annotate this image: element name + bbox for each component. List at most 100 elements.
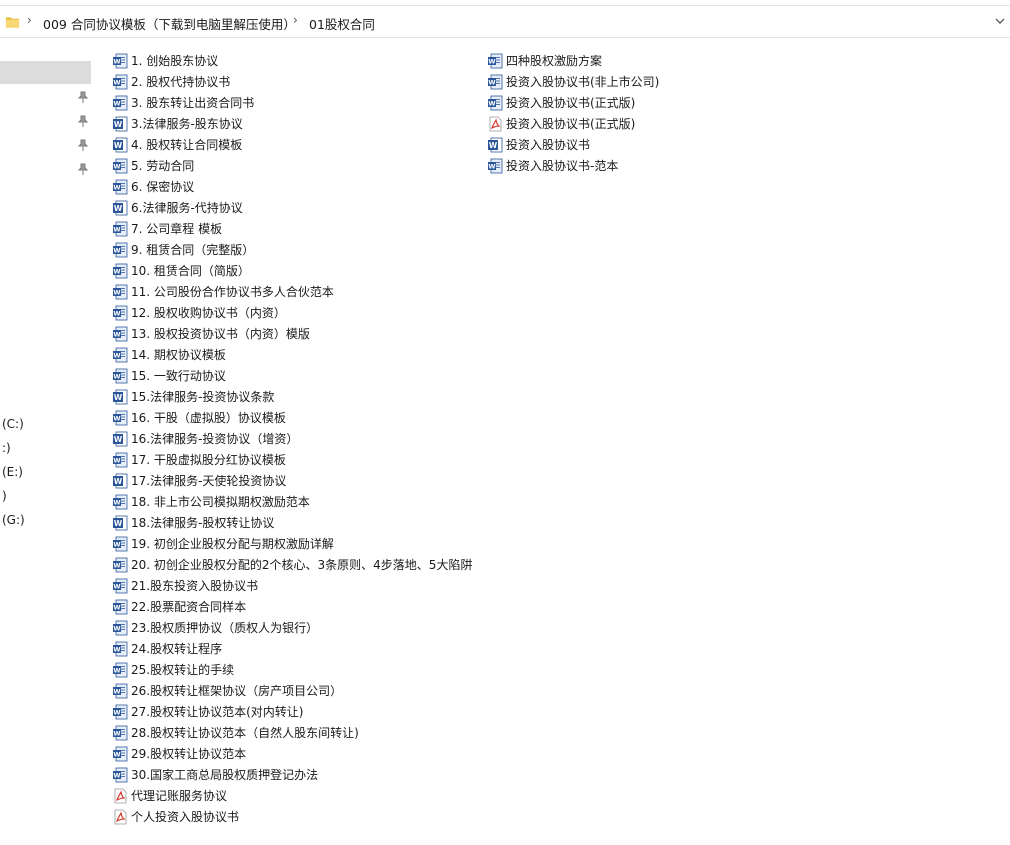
file-item[interactable]: W 四种股权激励方案 bbox=[487, 51, 602, 71]
file-item[interactable]: W 25.股权转让的手续 bbox=[112, 660, 234, 680]
svg-text:W: W bbox=[113, 625, 120, 633]
nav-drive-d[interactable]: :) bbox=[2, 441, 11, 455]
file-item[interactable]: W 投资入股协议书 bbox=[487, 135, 590, 155]
file-item[interactable]: W 5. 劳动合同 bbox=[112, 156, 194, 176]
file-item[interactable]: W 13. 股权投资协议书（内资）模版 bbox=[112, 324, 310, 344]
file-item[interactable]: W 9. 租赁合同（完整版） bbox=[112, 240, 254, 260]
file-item[interactable]: W 23.股权质押协议（质权人为银行） bbox=[112, 618, 318, 638]
file-item[interactable]: W 10. 租赁合同（简版） bbox=[112, 261, 250, 281]
file-name: 投资入股协议书(非上市公司) bbox=[506, 75, 660, 89]
pin-icon[interactable] bbox=[78, 115, 88, 127]
file-name: 22.股票配资合同样本 bbox=[131, 600, 247, 614]
svg-text:W: W bbox=[114, 393, 123, 402]
file-name: 3.法律服务-股东协议 bbox=[131, 117, 243, 131]
file-item[interactable]: W 3. 股东转让出资合同书 bbox=[112, 93, 254, 113]
file-item[interactable]: W 1. 创始股东协议 bbox=[112, 51, 218, 71]
file-item[interactable]: 投资入股协议书(正式版) bbox=[487, 114, 635, 134]
pdf-document-icon bbox=[114, 788, 127, 804]
word-document-icon: W bbox=[113, 641, 128, 657]
file-name: 投资入股协议书 bbox=[506, 138, 591, 152]
word-document-icon: W bbox=[113, 263, 128, 279]
word-document-icon: W bbox=[113, 452, 128, 468]
pin-icon[interactable] bbox=[78, 91, 88, 103]
nav-drive-e[interactable]: (E:) bbox=[2, 465, 23, 479]
file-item[interactable]: W 24.股权转让程序 bbox=[112, 639, 222, 659]
file-item[interactable]: W 4. 股权转让合同模板 bbox=[112, 135, 242, 155]
word-document-icon: W bbox=[113, 725, 128, 741]
pin-icon[interactable] bbox=[78, 163, 88, 175]
file-item[interactable]: W 18. 非上市公司模拟期权激励范本 bbox=[112, 492, 310, 512]
file-item[interactable]: W 16.法律服务-投资协议（增资） bbox=[112, 429, 298, 449]
file-item[interactable]: W 17. 干股虚拟股分红协议模板 bbox=[112, 450, 286, 470]
file-item[interactable]: W 19. 初创企业股权分配与期权激励详解 bbox=[112, 534, 334, 554]
file-name: 27.股权转让协议范本(对内转让) bbox=[131, 705, 304, 719]
word-document-icon: W bbox=[113, 158, 128, 174]
breadcrumb-parent[interactable]: 009 合同协议模板（下载到电脑里解压使用） bbox=[43, 14, 296, 33]
file-item[interactable]: W 2. 股权代持协议书 bbox=[112, 72, 230, 92]
file-item[interactable]: W 27.股权转让协议范本(对内转让) bbox=[112, 702, 303, 722]
file-item[interactable]: W 3.法律服务-股东协议 bbox=[112, 114, 243, 134]
file-item[interactable]: W 14. 期权协议模板 bbox=[112, 345, 226, 365]
file-item[interactable]: W 7. 公司章程 模板 bbox=[112, 219, 222, 239]
file-item[interactable]: W 11. 公司股份合作协议书多人合伙范本 bbox=[112, 282, 334, 302]
file-item[interactable]: W 12. 股权收购协议书（内资） bbox=[112, 303, 286, 323]
address-bar[interactable]: › 009 合同协议模板（下载到电脑里解压使用） › 01股权合同 bbox=[0, 5, 1010, 38]
svg-text:W: W bbox=[113, 499, 120, 507]
svg-text:W: W bbox=[113, 688, 120, 696]
file-item[interactable]: W 28.股权转让协议范本（自然人股东间转让) bbox=[112, 723, 359, 743]
word-document-icon: W bbox=[113, 620, 128, 636]
word-document-icon: W bbox=[113, 326, 128, 342]
file-item[interactable]: W 29.股权转让协议范本 bbox=[112, 744, 246, 764]
nav-drive-f[interactable]: ) bbox=[2, 489, 7, 503]
chevron-down-icon[interactable] bbox=[994, 14, 1006, 28]
file-item[interactable]: W 6. 保密协议 bbox=[112, 177, 194, 197]
file-item[interactable]: W 22.股票配资合同样本 bbox=[112, 597, 246, 617]
word-docx-icon: W bbox=[113, 137, 128, 153]
file-item[interactable]: W 投资入股协议书(正式版) bbox=[487, 93, 635, 113]
svg-text:W: W bbox=[113, 163, 120, 171]
file-item[interactable]: W 21.股东投资入股协议书 bbox=[112, 576, 258, 596]
file-name: 15.法律服务-投资协议条款 bbox=[131, 390, 275, 404]
file-item[interactable]: W 18.法律服务-股权转让协议 bbox=[112, 513, 274, 533]
folder-icon bbox=[5, 17, 20, 28]
word-document-icon: W bbox=[113, 494, 128, 510]
svg-text:W: W bbox=[113, 751, 120, 759]
file-item[interactable]: W 30.国家工商总局股权质押登记办法 bbox=[112, 765, 318, 785]
svg-text:W: W bbox=[113, 667, 120, 675]
word-document-icon: W bbox=[113, 410, 128, 426]
file-item[interactable]: W 6.法律服务-代持协议 bbox=[112, 198, 243, 218]
svg-text:W: W bbox=[113, 247, 120, 255]
file-item[interactable]: W 投资入股协议书(非上市公司) bbox=[487, 72, 659, 92]
word-document-icon: W bbox=[113, 578, 128, 594]
svg-text:W: W bbox=[113, 310, 120, 318]
file-name: 7. 公司章程 模板 bbox=[131, 222, 223, 236]
file-item[interactable]: W 16. 干股（虚拟股）协议模板 bbox=[112, 408, 286, 428]
file-item[interactable]: W 15. 一致行动协议 bbox=[112, 366, 226, 386]
file-item[interactable]: W 投资入股协议书-范本 bbox=[487, 156, 618, 176]
word-document-icon: W bbox=[113, 746, 128, 762]
svg-text:W: W bbox=[114, 435, 123, 444]
pin-icon[interactable] bbox=[78, 139, 88, 151]
nav-drive-g[interactable]: (G:) bbox=[2, 513, 25, 527]
word-document-icon: W bbox=[113, 74, 128, 90]
file-item[interactable]: W 20. 初创企业股权分配的2个核心、3条原则、4步落地、5大陷阱 bbox=[112, 555, 472, 575]
breadcrumb-current[interactable]: 01股权合同 bbox=[309, 14, 375, 33]
file-name: 15. 一致行动协议 bbox=[131, 369, 226, 383]
file-name: 17. 干股虚拟股分红协议模板 bbox=[131, 453, 286, 467]
svg-text:W: W bbox=[488, 58, 495, 66]
word-docx-icon: W bbox=[113, 473, 128, 489]
svg-text:W: W bbox=[113, 415, 120, 423]
file-name: 13. 股权投资协议书（内资）模版 bbox=[131, 327, 310, 341]
word-document-icon: W bbox=[113, 305, 128, 321]
file-name: 14. 期权协议模板 bbox=[131, 348, 226, 362]
file-item[interactable]: W 17.法律服务-天使轮投资协议 bbox=[112, 471, 286, 491]
file-name: 11. 公司股份合作协议书多人合伙范本 bbox=[131, 285, 334, 299]
nav-drive-c[interactable]: (C:) bbox=[2, 417, 24, 431]
file-name: 18. 非上市公司模拟期权激励范本 bbox=[131, 495, 310, 509]
file-item[interactable]: 代理记账服务协议 bbox=[112, 786, 227, 806]
file-item[interactable]: 个人投资入股协议书 bbox=[112, 807, 239, 827]
file-item[interactable]: W 15.法律服务-投资协议条款 bbox=[112, 387, 274, 407]
nav-item-selected[interactable] bbox=[0, 61, 91, 84]
file-name: 1. 创始股东协议 bbox=[131, 54, 219, 68]
file-item[interactable]: W 26.股权转让框架协议（房产项目公司） bbox=[112, 681, 342, 701]
